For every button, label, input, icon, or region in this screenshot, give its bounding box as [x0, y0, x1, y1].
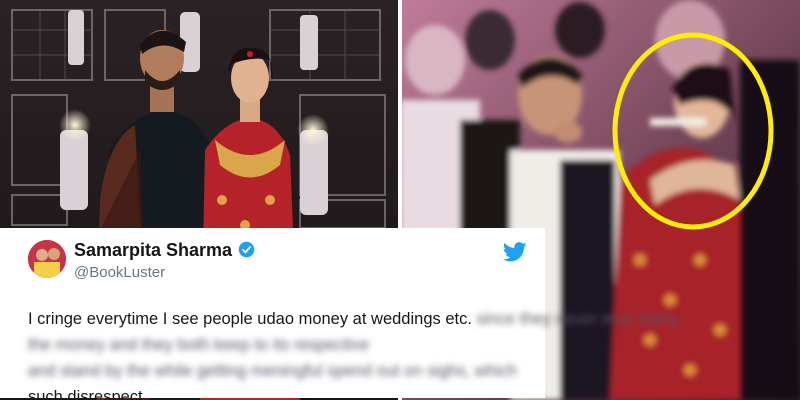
collage: Samarpita Sharma @BookLuster I cringe ev… [0, 0, 800, 400]
twitter-bird-icon[interactable] [503, 242, 527, 262]
tweet-text: I cringe everytime I see people udao mon… [28, 306, 677, 400]
tweet-line-3: and stand by the while getting meningful… [28, 362, 517, 380]
verified-badge-icon [238, 241, 255, 258]
tweet-line-4: such disrespect. [28, 388, 148, 400]
display-name[interactable]: Samarpita Sharma [74, 240, 255, 261]
tweet-card: Samarpita Sharma @BookLuster I cringe ev… [0, 228, 677, 400]
tweet-text-blurred: since they never stop doing [476, 310, 678, 328]
user-handle[interactable]: @BookLuster [74, 264, 165, 281]
display-name-text: Samarpita Sharma [74, 240, 233, 260]
tweet-header: Samarpita Sharma @BookLuster [28, 238, 531, 292]
avatar[interactable] [28, 240, 66, 278]
tweet-line-1: I cringe everytime I see people udao mon… [28, 306, 677, 332]
tweet-line-2: the money and they both keep to its resp… [28, 336, 370, 354]
tweet-text-visible: I cringe everytime I see people udao mon… [28, 310, 472, 328]
